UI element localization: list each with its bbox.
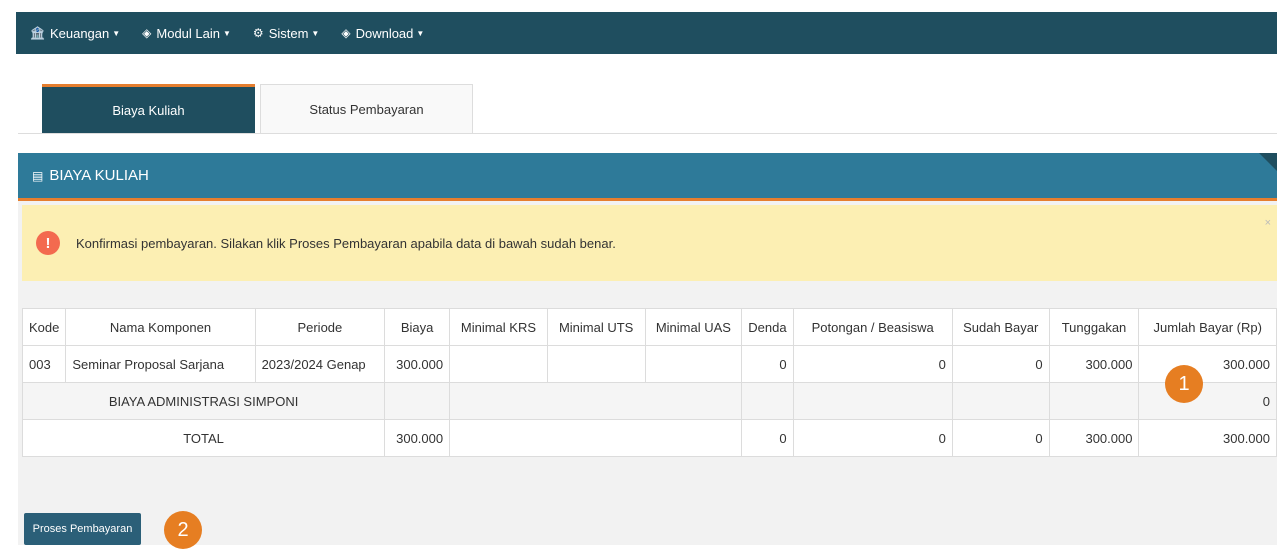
column-header: Denda [741, 308, 794, 346]
cell-kode: 003 [21, 345, 67, 383]
nav-keuangan-label: Keuangan [49, 25, 110, 41]
empty-cell [449, 419, 743, 457]
top-navbar: 🏦 Keuangan ▼ ◈ Modul Lain ▼ ⚙ Sistem ▼ ◈… [16, 12, 1277, 54]
nav-modul-lain-label: Modul Lain [156, 25, 220, 41]
tab-bar: Biaya Kuliah Status Pembayaran [18, 84, 1277, 134]
nav-sistem-label: Sistem [268, 25, 309, 41]
empty-cell [449, 382, 743, 420]
biaya-kuliah-panel: ▤ BIAYA KULIAH ! Konfirmasi pembayaran. … [18, 153, 1277, 545]
column-header: Tunggakan [1048, 308, 1140, 346]
cell-total-tunggakan: 300.000 [1048, 419, 1140, 457]
column-header: Potongan / Beasiswa [792, 308, 953, 346]
layers-icon: ◈ [142, 26, 152, 40]
cell-total-jumlah: 300.000 [1138, 419, 1277, 457]
cell-total-sudah-bayar: 0 [951, 419, 1050, 457]
close-icon[interactable]: × [1265, 217, 1271, 229]
payment-table: Kode Nama Komponen Periode Biaya Minimal… [21, 308, 1277, 457]
cell-nama: Seminar Proposal Sarjana [65, 345, 256, 383]
cell-min-uas [644, 345, 743, 383]
cell-tunggakan: 300.000 [1048, 345, 1140, 383]
layers-icon: ◈ [341, 26, 351, 40]
table-row-total: TOTAL 300.000 0 0 0 300.000 300.000 [21, 419, 1277, 457]
panel-title: BIAYA KULIAH [49, 167, 149, 184]
nav-sistem[interactable]: ⚙ Sistem ▼ [253, 26, 319, 41]
cell-admin-label: BIAYA ADMINISTRASI SIMPONI [21, 382, 386, 420]
caret-down-icon: ▼ [223, 28, 231, 38]
cell-total-denda: 0 [741, 419, 794, 457]
cell-potongan: 0 [792, 345, 953, 383]
step-badge-1: 1 [1165, 365, 1203, 403]
gear-icon: ⚙ [252, 26, 264, 40]
nav-keuangan[interactable]: 🏦 Keuangan ▼ [30, 26, 120, 41]
tab-biaya-kuliah[interactable]: Biaya Kuliah [42, 84, 255, 133]
cell-denda: 0 [741, 345, 794, 383]
column-header: Minimal UAS [644, 308, 743, 346]
table-row-admin: BIAYA ADMINISTRASI SIMPONI 0 [21, 382, 1277, 420]
cell-total-potongan: 0 [792, 419, 953, 457]
column-header: Sudah Bayar [951, 308, 1050, 346]
cell-periode: 2023/2024 Genap [254, 345, 386, 383]
cell-sudah-bayar: 0 [951, 345, 1050, 383]
column-header: Periode [254, 308, 386, 346]
nav-download-label: Download [355, 25, 414, 41]
nav-download[interactable]: ◈ Download ▼ [341, 26, 424, 41]
column-header: Jumlah Bayar (Rp) [1138, 308, 1277, 346]
empty-cell [792, 382, 953, 420]
warning-icon: ! [36, 231, 60, 255]
alert-text: Konfirmasi pembayaran. Silakan klik Pros… [76, 235, 616, 251]
column-header: Minimal UTS [546, 308, 646, 346]
panel-header: ▤ BIAYA KULIAH [18, 153, 1277, 201]
step-badge-2: 2 [164, 511, 202, 549]
column-header: Nama Komponen [65, 308, 256, 346]
tab-status-pembayaran[interactable]: Status Pembayaran [260, 84, 473, 133]
caret-down-icon: ▼ [416, 28, 425, 38]
caret-down-icon: ▼ [311, 28, 320, 38]
cell-total-label: TOTAL [21, 419, 386, 457]
caret-down-icon: ▼ [112, 28, 121, 38]
empty-cell [951, 382, 1050, 420]
cell-admin-jumlah: 0 [1138, 382, 1277, 420]
table-header-row: Kode Nama Komponen Periode Biaya Minimal… [21, 308, 1277, 346]
nav-modul-lain[interactable]: ◈ Modul Lain ▼ [142, 26, 231, 41]
column-header: Kode [21, 308, 67, 346]
cell-total-biaya: 300.000 [384, 419, 451, 457]
confirmation-alert: ! Konfirmasi pembayaran. Silakan klik Pr… [22, 205, 1277, 281]
empty-cell [1048, 382, 1140, 420]
table-row: 003 Seminar Proposal Sarjana 2023/2024 G… [21, 345, 1277, 383]
column-header: Biaya [384, 308, 451, 346]
list-icon: ▤ [32, 168, 44, 183]
cell-min-uts [546, 345, 646, 383]
empty-cell [741, 382, 794, 420]
proses-pembayaran-button[interactable]: Proses Pembayaran [24, 513, 141, 545]
money-icon: 🏦 [30, 26, 45, 40]
panel-corner [1259, 153, 1277, 171]
empty-cell [384, 382, 451, 420]
cell-jumlah: 300.000 [1138, 345, 1277, 383]
column-header: Minimal KRS [449, 308, 548, 346]
cell-biaya: 300.000 [384, 345, 451, 383]
cell-min-krs [449, 345, 548, 383]
